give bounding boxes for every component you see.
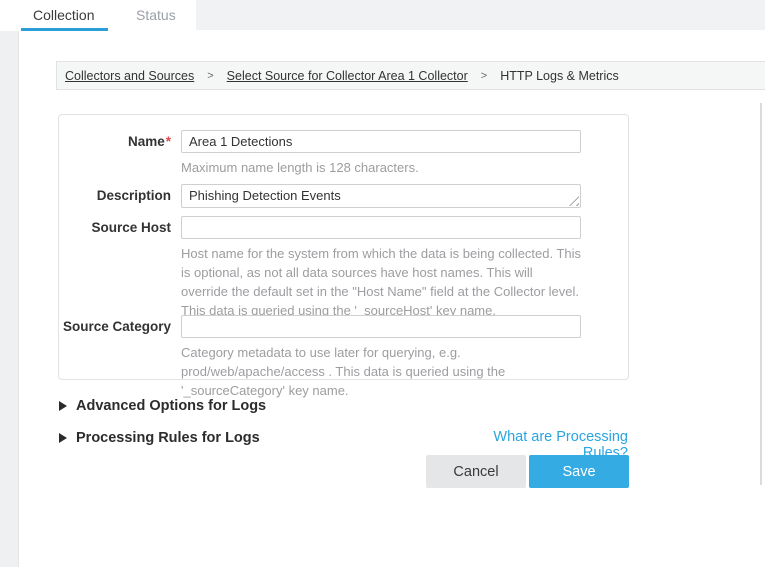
save-button[interactable]: Save <box>529 455 629 488</box>
active-tab-indicator <box>21 28 108 31</box>
source-config-form: Name* Maximum name length is 128 charact… <box>58 114 629 380</box>
breadcrumb-select-source[interactable]: Select Source for Collector Area 1 Colle… <box>227 69 468 83</box>
description-input[interactable]: Phishing Detection Events <box>181 184 581 208</box>
collapsed-arrow-icon <box>59 401 67 411</box>
tab-collection[interactable]: Collection <box>33 0 94 28</box>
source-host-helper-text: Host name for the system from which the … <box>181 244 583 320</box>
name-input[interactable] <box>181 130 581 153</box>
breadcrumb-separator-icon: > <box>207 70 213 82</box>
source-category-input[interactable] <box>181 315 581 338</box>
required-asterisk: * <box>166 134 171 149</box>
name-helper-text: Maximum name length is 128 characters. <box>181 158 419 177</box>
processing-rules-label: Processing Rules for Logs <box>76 430 260 446</box>
collapsed-arrow-icon <box>59 433 67 443</box>
advanced-options-section-toggle[interactable]: Advanced Options for Logs <box>59 398 266 414</box>
processing-rules-section-toggle[interactable]: Processing Rules for Logs <box>59 430 260 446</box>
topbar-background <box>196 0 765 30</box>
breadcrumb-separator-icon: > <box>481 70 487 82</box>
left-gutter <box>0 31 19 567</box>
advanced-options-label: Advanced Options for Logs <box>76 398 266 414</box>
source-host-input[interactable] <box>181 216 581 239</box>
source-category-label: Source Category <box>59 319 171 334</box>
scrollbar-track[interactable] <box>760 103 762 485</box>
breadcrumb-collectors-and-sources[interactable]: Collectors and Sources <box>65 69 194 83</box>
source-category-helper-text: Category metadata to use later for query… <box>181 343 587 400</box>
breadcrumb: Collectors and Sources > Select Source f… <box>56 61 765 90</box>
name-label: Name* <box>59 134 171 149</box>
tab-status[interactable]: Status <box>136 0 176 28</box>
description-label: Description <box>59 188 171 203</box>
cancel-button[interactable]: Cancel <box>426 455 526 488</box>
source-host-label: Source Host <box>59 220 171 235</box>
breadcrumb-current-page: HTTP Logs & Metrics <box>500 69 619 83</box>
